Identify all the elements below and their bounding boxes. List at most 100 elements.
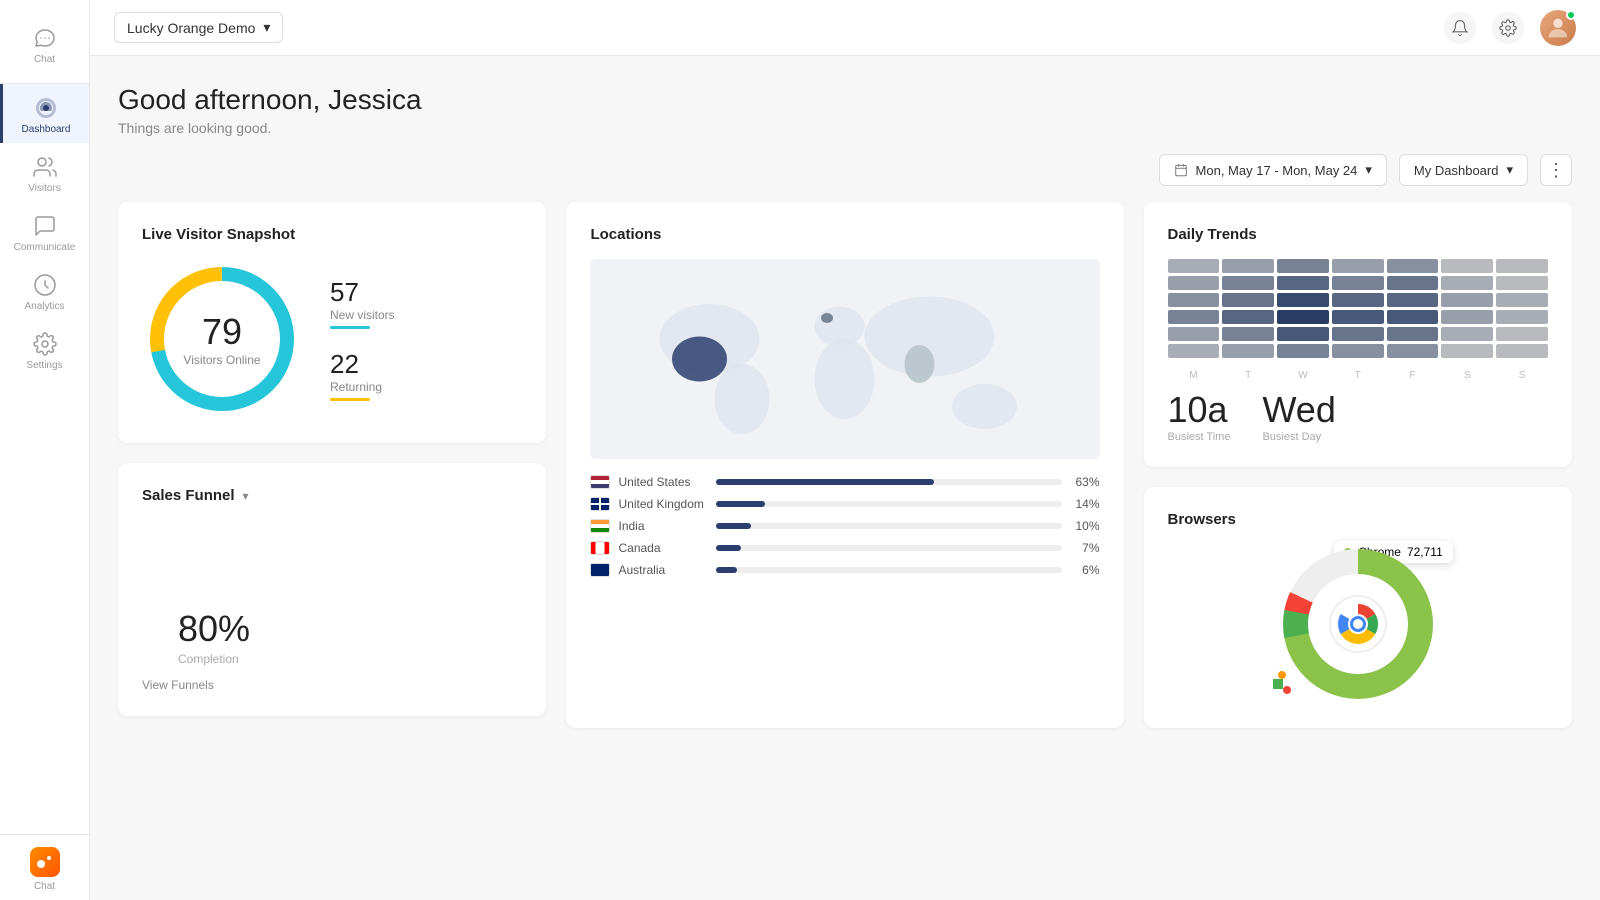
sidebar-item-chat-bottom[interactable]: Chat [0,835,89,900]
sidebar: Chat Dashboard Visitors Communicate [0,0,90,900]
bar-fill-au [716,567,737,573]
site-selector[interactable]: Lucky Orange Demo ▾ [114,12,283,43]
heatmap-cell [1496,327,1548,341]
avatar-online-badge [1566,10,1576,20]
sidebar-item-chat[interactable]: Chat [0,14,89,73]
visitors-online-count: 79 [183,311,260,353]
view-funnels-link[interactable]: View Funnels [142,678,522,692]
live-visitor-card: Live Visitor Snapshot 79 [118,202,546,443]
donut-chart: 79 Visitors Online [142,259,302,419]
heatmap-cell [1387,293,1439,307]
heatmap-cell [1332,293,1384,307]
sidebar-item-communicate[interactable]: Communicate [0,202,89,261]
bar-track-in [716,523,1061,529]
dashboard-label: My Dashboard [1414,163,1499,178]
visitors-online-label: Visitors Online [183,353,260,367]
sidebar-nav: Dashboard Visitors Communicate Analytics [0,84,89,834]
avatar[interactable] [1540,10,1576,46]
sidebar-item-dashboard[interactable]: Dashboard [0,84,89,143]
new-visitors-bar [330,326,370,329]
heatmap-cell [1441,344,1493,358]
sidebar-top: Chat [0,0,89,84]
browsers-title: Browsers [1168,511,1549,528]
greeting-section: Good afternoon, Jessica Things are looki… [118,84,1572,136]
sidebar-item-analytics[interactable]: Analytics [0,261,89,320]
sidebar-chat-label: Chat [34,54,55,65]
country-list: United States 63% United Kingdom [590,475,1099,577]
country-name-in: India [618,519,708,533]
heatmap-cell [1277,310,1329,324]
app-header: Lucky Orange Demo ▾ [90,0,1600,56]
sidebar-chat-bottom-label: Chat [34,881,55,892]
sidebar-dashboard-label: Dashboard [22,124,71,135]
gear-button[interactable] [1492,12,1524,44]
flag-ca [590,541,610,555]
bar-track-uk [716,501,1061,507]
funnel-stats: 80% Completion [178,608,250,666]
heatmap-cell [1332,259,1384,273]
pct-us: 63% [1070,475,1100,489]
flag-in [590,519,610,533]
locations-card: Locations [566,202,1123,728]
heatmap-cell [1277,259,1329,273]
heatmap-cell [1277,327,1329,341]
country-row-uk: United Kingdom 14% [590,497,1099,511]
heatmap-cell [1332,327,1384,341]
bar-track-ca [716,545,1061,551]
heatmap-cell [1222,327,1274,341]
sidebar-item-settings[interactable]: Settings [0,320,89,379]
sales-funnel-card: Sales Funnel ▾ 80% Completion [118,463,546,716]
more-icon: ⋮ [1547,160,1565,181]
funnel-content: 80% Completion [142,520,522,666]
left-column: Live Visitor Snapshot 79 [118,202,546,728]
heatmap-cell [1441,327,1493,341]
donut-label: 79 Visitors Online [183,311,260,367]
main-content: Lucky Orange Demo ▾ [90,0,1600,900]
busiest-time-stat: 10a Busiest Time [1168,389,1231,443]
more-options-button[interactable]: ⋮ [1540,154,1572,186]
heatmap-cell [1168,259,1220,273]
live-visitor-title: Live Visitor Snapshot [142,226,522,243]
bar-track-au [716,567,1061,573]
donut-section: 79 Visitors Online 57 New visitors [142,259,522,419]
new-visitors-label: New visitors [330,308,395,322]
sidebar-settings-label: Settings [26,360,62,371]
heatmap-cell [1222,259,1274,273]
bar-track-us [716,479,1061,485]
country-row-ca: Canada 7% [590,541,1099,555]
heatmap-cell [1222,276,1274,290]
sidebar-bottom: Chat [0,834,89,900]
chevron-down-icon: ▾ [1365,162,1372,178]
heatmap-cell [1441,310,1493,324]
sidebar-analytics-label: Analytics [24,301,64,312]
trend-stats: 10a Busiest Time Wed Busiest Day [1168,389,1549,443]
dashboard-selector[interactable]: My Dashboard ▾ [1399,154,1528,186]
browser-chart: Chrome 72,711 [1168,544,1549,704]
chrome-count: 72,711 [1407,545,1443,559]
heatmap-cell [1387,344,1439,358]
funnel-chevron-icon[interactable]: ▾ [243,489,249,503]
heatmap-cell [1168,344,1220,358]
date-range-picker[interactable]: Mon, May 17 - Mon, May 24 ▾ [1159,154,1387,186]
heatmap-cell [1387,259,1439,273]
bar-fill-ca [716,545,740,551]
greeting-subtext: Things are looking good. [118,120,1572,136]
heatmap-cell [1222,310,1274,324]
dashboard-grid: Live Visitor Snapshot 79 [118,202,1572,728]
sidebar-visitors-label: Visitors [28,183,61,194]
sidebar-item-visitors[interactable]: Visitors [0,143,89,202]
heatmap-cell [1496,344,1548,358]
notification-button[interactable] [1444,12,1476,44]
returning-visitors-stat: 22 Returning [330,349,395,401]
heatmap-cell [1441,276,1493,290]
greeting-heading: Good afternoon, Jessica [118,84,1572,116]
world-map [590,259,1099,459]
busiest-day-stat: Wed Busiest Day [1262,389,1335,443]
funnel-label: Completion [178,652,250,666]
dot-red [1283,686,1291,694]
dot-green [1273,679,1283,689]
heatmap-cell [1332,276,1384,290]
returning-count: 22 [330,349,395,380]
flag-uk [590,497,610,511]
header-actions [1444,10,1576,46]
